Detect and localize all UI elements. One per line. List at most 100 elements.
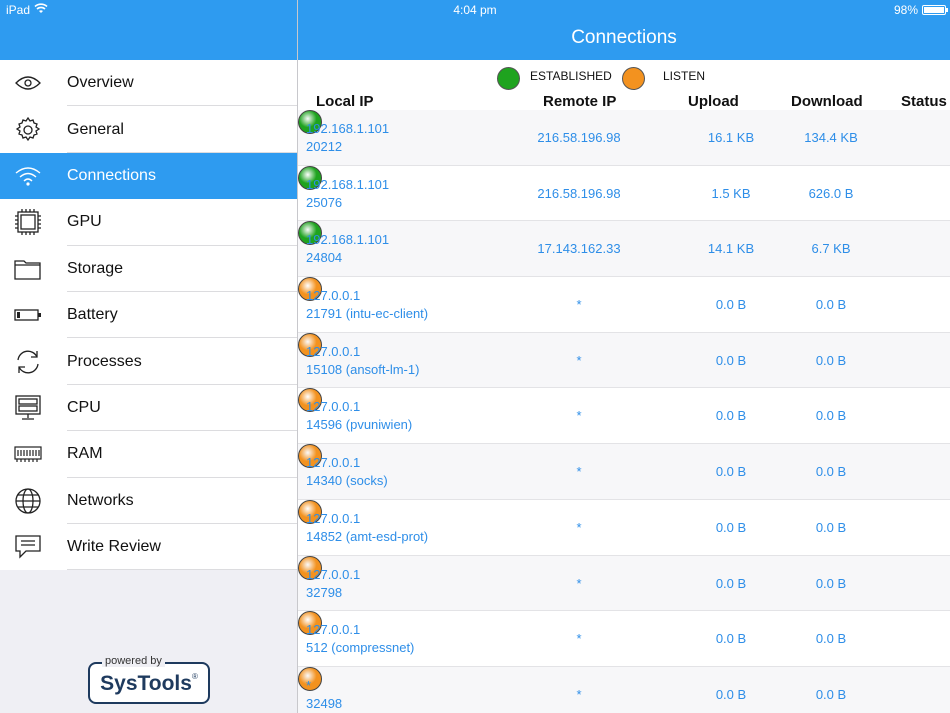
refresh-icon <box>13 348 43 376</box>
download-cell: 0.0 B <box>815 408 847 424</box>
sidebar-item-label: RAM <box>67 445 103 463</box>
brand-name: SysTools® <box>90 672 208 696</box>
column-header-local-ip[interactable]: Local IP <box>316 93 374 110</box>
battery-percent: 98% <box>893 3 918 17</box>
table-row[interactable]: 192.168.1.101 20212 216.58.196.98 16.1 KB 13… <box>298 110 950 166</box>
folder-icon <box>13 255 43 283</box>
sidebar-item-label: Battery <box>67 306 118 324</box>
brand-text: SysTools <box>100 672 192 695</box>
table-row[interactable]: 127.0.0.1 32798 * 0.0 B 0.0 B <box>298 555 950 612</box>
sidebar-item-label: CPU <box>67 398 101 416</box>
local-ip-cell: 127.0.0.1 14852 (amt-esd-prot) <box>306 510 428 546</box>
table-row[interactable]: 127.0.0.1 14852 (amt-esd-prot) * 0.0 B 0.0 B <box>298 499 950 556</box>
remote-ip-cell: 216.58.196.98 <box>537 130 621 145</box>
remote-ip-cell: * <box>576 631 582 647</box>
page-title: Connections <box>571 27 677 48</box>
local-ip-cell: 192.168.1.101 20212 <box>306 120 389 156</box>
registered-mark: ® <box>191 672 198 681</box>
local-port: 21791 (intu-ec-client) <box>306 306 429 322</box>
download-cell: 0.0 B <box>815 519 847 535</box>
sidebar-item-label: GPU <box>67 213 102 231</box>
remote-ip-cell: * <box>576 519 582 535</box>
established-legend-dot <box>497 67 520 90</box>
remote-ip-cell: 216.58.196.98 <box>537 185 621 201</box>
remote-ip-cell: * <box>576 352 582 368</box>
remote-ip-cell: * <box>576 297 582 313</box>
local-ip: 127.0.0.1 <box>306 566 361 582</box>
eye-icon <box>13 69 43 97</box>
table-row[interactable]: 127.0.0.1 15108 (ansoft-lm-1) * 0.0 B 0.0 B <box>298 332 950 389</box>
download-cell: 0.0 B <box>815 464 847 480</box>
local-ip-cell: 127.0.0.1 14596 (pvuniwien) <box>306 398 412 434</box>
table-row[interactable]: 127.0.0.1 14340 (socks) * 0.0 B 0.0 B <box>298 444 950 500</box>
download-cell: 0.0 B <box>815 686 847 702</box>
local-ip-cell: 192.168.1.101 25076 <box>306 176 389 212</box>
local-port: 512 (compressnet) <box>306 640 415 656</box>
sidebar-item-label: Networks <box>67 491 134 509</box>
sidebar-item-label: Connections <box>67 166 156 184</box>
table-row[interactable]: * 32498 * 0.0 B 0.0 B <box>298 666 950 713</box>
local-ip-cell: 127.0.0.1 21791 (intu-ec-client) <box>306 287 428 323</box>
column-header-download[interactable]: Download <box>791 93 863 110</box>
table-row[interactable]: 127.0.0.1 21791 (intu-ec-client) * 0.0 B 0.0… <box>298 277 950 333</box>
table-row[interactable]: 127.0.0.1 512 (compressnet) * 0.0 B 0.0 B <box>298 611 950 667</box>
established-legend-label: ESTABLISHED <box>530 69 612 83</box>
sidebar-item-ram[interactable]: RAM <box>0 431 297 478</box>
server-icon <box>13 394 43 422</box>
local-ip: 192.168.1.101 <box>306 121 390 136</box>
download-cell: 6.7 KB <box>811 241 851 257</box>
sidebar-item-storage[interactable]: Storage <box>0 246 297 292</box>
download-cell: 0.0 B <box>815 575 847 591</box>
sidebar-item-gpu[interactable]: GPU <box>0 199 297 246</box>
sidebar-item-write-review[interactable]: Write Review <box>0 524 297 571</box>
local-ip: 127.0.0.1 <box>306 288 361 304</box>
battery-status-icon <box>922 5 948 15</box>
wifi-icon <box>13 162 43 190</box>
column-header-upload[interactable]: Upload <box>688 93 739 110</box>
status-legend: ESTABLISHED LISTEN <box>298 64 950 90</box>
column-header-status[interactable]: Status <box>901 93 947 110</box>
connections-table: 192.168.1.101 20212 216.58.196.98 16.1 KB 13… <box>298 110 950 713</box>
remote-ip-cell: 17.143.162.33 <box>537 241 621 257</box>
download-cell: 0.0 B <box>815 297 847 313</box>
download-cell: 626.0 B <box>808 185 854 201</box>
sidebar: Overview General Connections GPU Storage Batt… <box>0 60 297 713</box>
sidebar-menu: Overview General Connections GPU Storage Batt… <box>0 60 297 571</box>
sidebar-item-label: General <box>67 120 124 138</box>
sidebar-item-cpu[interactable]: CPU <box>0 385 297 432</box>
sidebar-item-connections[interactable]: Connections <box>0 152 297 200</box>
chip-icon <box>13 208 43 236</box>
local-ip-cell: 127.0.0.1 15108 (ansoft-lm-1) <box>306 343 419 379</box>
table-row[interactable]: 192.168.1.101 25076 216.58.196.98 1.5 KB 626… <box>298 165 950 222</box>
sidebar-item-label: Overview <box>67 74 134 92</box>
top-bar: iPad 4:04 pm 98% Connections <box>0 0 950 60</box>
local-ip: 192.168.1.101 <box>306 232 390 248</box>
local-port: 14340 (socks) <box>306 473 388 489</box>
listen-legend-dot <box>622 67 645 90</box>
table-row[interactable]: 192.168.1.101 24804 17.143.162.33 14.1 KB 6.… <box>298 221 950 278</box>
local-port: 24804 <box>306 250 343 266</box>
sidebar-item-general[interactable]: General <box>0 106 297 153</box>
sidebar-item-label: Processes <box>67 352 142 370</box>
local-ip: 127.0.0.1 <box>306 399 361 415</box>
column-header-remote-ip[interactable]: Remote IP <box>543 93 616 110</box>
listen-legend-label: LISTEN <box>663 69 706 83</box>
local-ip-cell: 192.168.1.101 24804 <box>306 231 389 267</box>
sidebar-item-networks[interactable]: Networks <box>0 478 297 524</box>
sidebar-item-overview[interactable]: Overview <box>0 60 297 107</box>
remote-ip-cell: * <box>576 575 582 591</box>
status-time: 4:04 pm <box>453 3 497 17</box>
download-cell: 0.0 B <box>815 631 847 647</box>
local-port: 20212 <box>306 139 343 154</box>
sidebar-item-battery[interactable]: Battery <box>0 292 297 339</box>
sidebar-item-processes[interactable]: Processes <box>0 338 297 385</box>
local-port: 25076 <box>306 194 343 210</box>
remote-ip-cell: * <box>576 464 582 480</box>
table-row[interactable]: 127.0.0.1 14596 (pvuniwien) * 0.0 B 0.0 B <box>298 388 950 445</box>
powered-by-logo: powered by SysTools® <box>88 655 210 704</box>
local-ip: 127.0.0.1 <box>306 455 361 471</box>
local-ip-cell: * 32498 <box>306 677 342 713</box>
chat-icon <box>13 533 43 561</box>
remote-ip-cell: * <box>576 408 582 424</box>
globe-icon <box>13 487 43 515</box>
